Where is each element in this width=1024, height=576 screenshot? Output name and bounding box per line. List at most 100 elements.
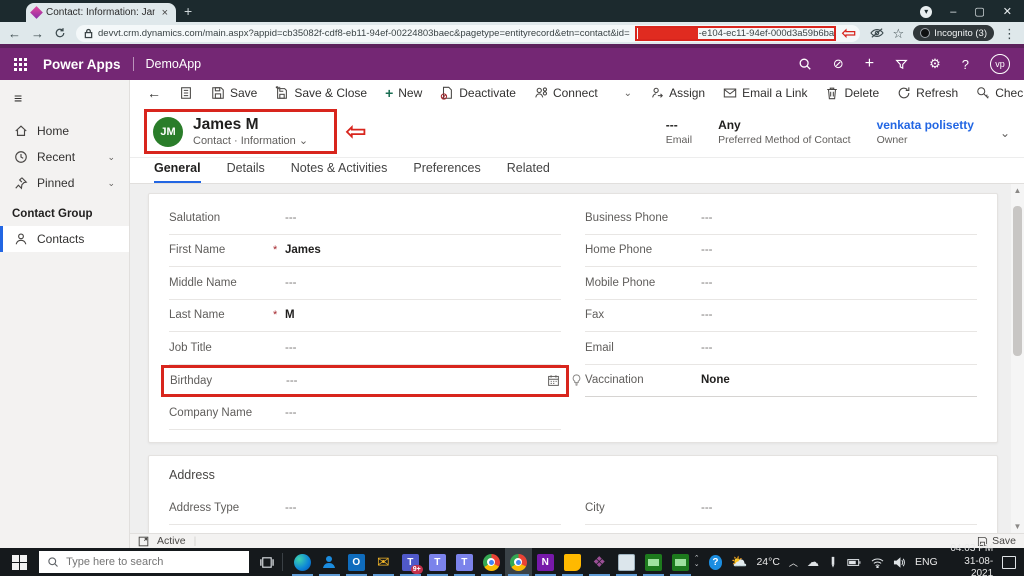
command-bar: ← Save Save & Close + New Deactivate Con… [130, 80, 1024, 106]
address-section-title: Address [169, 466, 977, 492]
help-tray-icon[interactable]: ? [709, 555, 723, 570]
network-icon[interactable] [871, 557, 884, 568]
sidebar-item-pinned[interactable]: Pinned ⌄ [0, 170, 129, 196]
help-icon[interactable]: ? [962, 57, 969, 72]
connect-chevron-icon[interactable]: ⌄ [617, 82, 639, 104]
chevron-down-icon[interactable]: ⌄ [107, 152, 115, 163]
taskbar-visual-studio-icon[interactable]: ❖ [586, 548, 613, 576]
eye-off-icon[interactable] [870, 27, 884, 39]
back-button[interactable]: ← [140, 82, 168, 104]
sidebar-item-recent[interactable]: Recent ⌄ [0, 144, 129, 170]
taskbar-scroll-chevrons-icon[interactable]: ⌃⌄ [694, 556, 700, 568]
header-field-email[interactable]: --- Email [666, 118, 692, 146]
clock[interactable]: 04:03 PM 31-08-2021 [947, 543, 993, 576]
taskbar-teams-icon[interactable]: T9+ [397, 548, 424, 576]
app-name[interactable]: DemoApp [146, 57, 202, 71]
save-button[interactable]: Save [204, 82, 264, 104]
taskbar-chrome-icon[interactable] [478, 548, 505, 576]
taskbar-edge-icon[interactable] [289, 548, 316, 576]
filter-icon[interactable] [895, 58, 908, 71]
taskbar-search-input[interactable] [66, 556, 226, 568]
profile-circle-icon[interactable]: ▾ [920, 6, 932, 18]
tab-related[interactable]: Related [507, 161, 550, 183]
delete-button[interactable]: Delete [818, 82, 886, 104]
record-subtitle[interactable]: Contact · Information ⌄ [193, 134, 308, 147]
tray-expand-chevron-icon[interactable]: ︿ [789, 556, 798, 569]
record-set-icon[interactable] [172, 82, 200, 104]
mru-slash-icon[interactable]: ⊘ [833, 56, 844, 72]
action-center-icon[interactable] [1002, 556, 1016, 569]
header-field-preferred-method[interactable]: Any Preferred Method of Contact [718, 118, 851, 146]
assign-button[interactable]: Assign [643, 82, 712, 104]
address-section-card: Address Address Type --- City --- [148, 455, 998, 533]
tab-details[interactable]: Details [227, 161, 265, 183]
taskbar-outlook-icon[interactable]: O [343, 548, 370, 576]
onedrive-cloud-icon[interactable]: ☁ [807, 555, 819, 569]
start-button[interactable] [0, 548, 39, 576]
tab-general[interactable]: General [154, 161, 201, 183]
battery-icon[interactable] [847, 558, 862, 567]
waffle-icon[interactable] [14, 58, 27, 71]
browser-tab[interactable]: Contact: Information: James M - × [26, 3, 176, 22]
user-avatar[interactable]: vp [990, 54, 1010, 74]
header-field-owner[interactable]: venkata polisetty Owner [877, 118, 974, 146]
scroll-up-icon[interactable]: ▲ [1011, 184, 1024, 197]
browser-menu-icon[interactable]: ⋮ [1003, 27, 1016, 40]
quick-create-plus-icon[interactable]: + [865, 55, 874, 73]
url-redaction-annotation: -e104-ec11-94ef-000d3a59b6ba [635, 26, 837, 41]
weather-icon[interactable]: ⛅ [731, 554, 747, 570]
deactivate-button[interactable]: Deactivate [433, 82, 523, 104]
reload-icon[interactable] [54, 27, 66, 39]
sidebar-toggle-icon[interactable]: ≡ [0, 80, 129, 118]
sidebar-item-contacts[interactable]: Contacts [0, 226, 129, 252]
form-selector-chevron-icon[interactable]: ⌄ [299, 135, 308, 147]
taskbar-notepad-icon[interactable] [613, 548, 640, 576]
new-tab-button[interactable]: + [184, 3, 192, 22]
taskbar-vm-icon[interactable] [667, 548, 694, 576]
taskbar-search[interactable] [39, 551, 249, 573]
sidebar-item-home[interactable]: Home [0, 118, 129, 144]
scrollbar-thumb[interactable] [1013, 206, 1022, 356]
scroll-down-icon[interactable]: ▼ [1011, 520, 1024, 533]
field-job-title: Job Title --- [169, 332, 561, 365]
new-button[interactable]: + New [378, 82, 429, 104]
back-icon[interactable]: ← [8, 27, 21, 40]
connect-button[interactable]: Connect [527, 82, 605, 104]
speaker-icon[interactable] [893, 557, 906, 568]
taskbar-vm-icon[interactable] [640, 548, 667, 576]
bookmark-star-icon[interactable]: ☆ [893, 27, 905, 40]
taskbar-mail-icon[interactable]: ✉ [370, 548, 397, 576]
header-expand-chevron-icon[interactable]: ⌄ [1000, 126, 1010, 140]
pen-icon[interactable] [828, 556, 838, 568]
task-view-icon[interactable] [259, 555, 274, 570]
calendar-icon[interactable] [547, 374, 560, 387]
language-indicator[interactable]: ENG [915, 556, 938, 568]
temperature[interactable]: 24°C [756, 556, 779, 568]
taskbar-onenote-icon[interactable]: N [532, 548, 559, 576]
tab-close-icon[interactable]: × [160, 7, 170, 19]
check-access-button[interactable]: Check Access [969, 82, 1024, 104]
search-icon[interactable] [798, 57, 812, 71]
settings-gear-icon[interactable]: ⚙ [929, 56, 941, 72]
incognito-badge[interactable]: Incognito (3) [913, 25, 994, 41]
taskbar-people-icon[interactable] [316, 548, 343, 576]
refresh-button[interactable]: Refresh [890, 82, 965, 104]
expand-status-icon[interactable] [138, 536, 149, 547]
window-close-button[interactable]: ✕ [1003, 5, 1012, 18]
pin-icon [14, 176, 28, 190]
window-maximize-button[interactable]: ▢ [974, 5, 984, 18]
tab-notes-activities[interactable]: Notes & Activities [291, 161, 388, 183]
vertical-scrollbar[interactable]: ▲ ▼ [1011, 184, 1024, 533]
address-bar[interactable]: devvt.crm.dynamics.com/main.aspx?appid=c… [76, 25, 860, 42]
forward-icon[interactable]: → [31, 27, 44, 40]
taskbar-chrome-active-icon[interactable] [505, 548, 532, 576]
sidebar-group-label: Contact Group [0, 196, 129, 226]
tab-preferences[interactable]: Preferences [413, 161, 480, 183]
email-link-button[interactable]: Email a Link [716, 82, 814, 104]
save-and-close-button[interactable]: Save & Close [268, 82, 374, 104]
taskbar-teams-icon[interactable]: T [451, 548, 478, 576]
window-minimize-button[interactable]: – [950, 6, 956, 18]
taskbar-teams-icon[interactable]: T [424, 548, 451, 576]
chevron-down-icon[interactable]: ⌄ [107, 178, 115, 189]
taskbar-sticky-notes-icon[interactable] [559, 548, 586, 576]
